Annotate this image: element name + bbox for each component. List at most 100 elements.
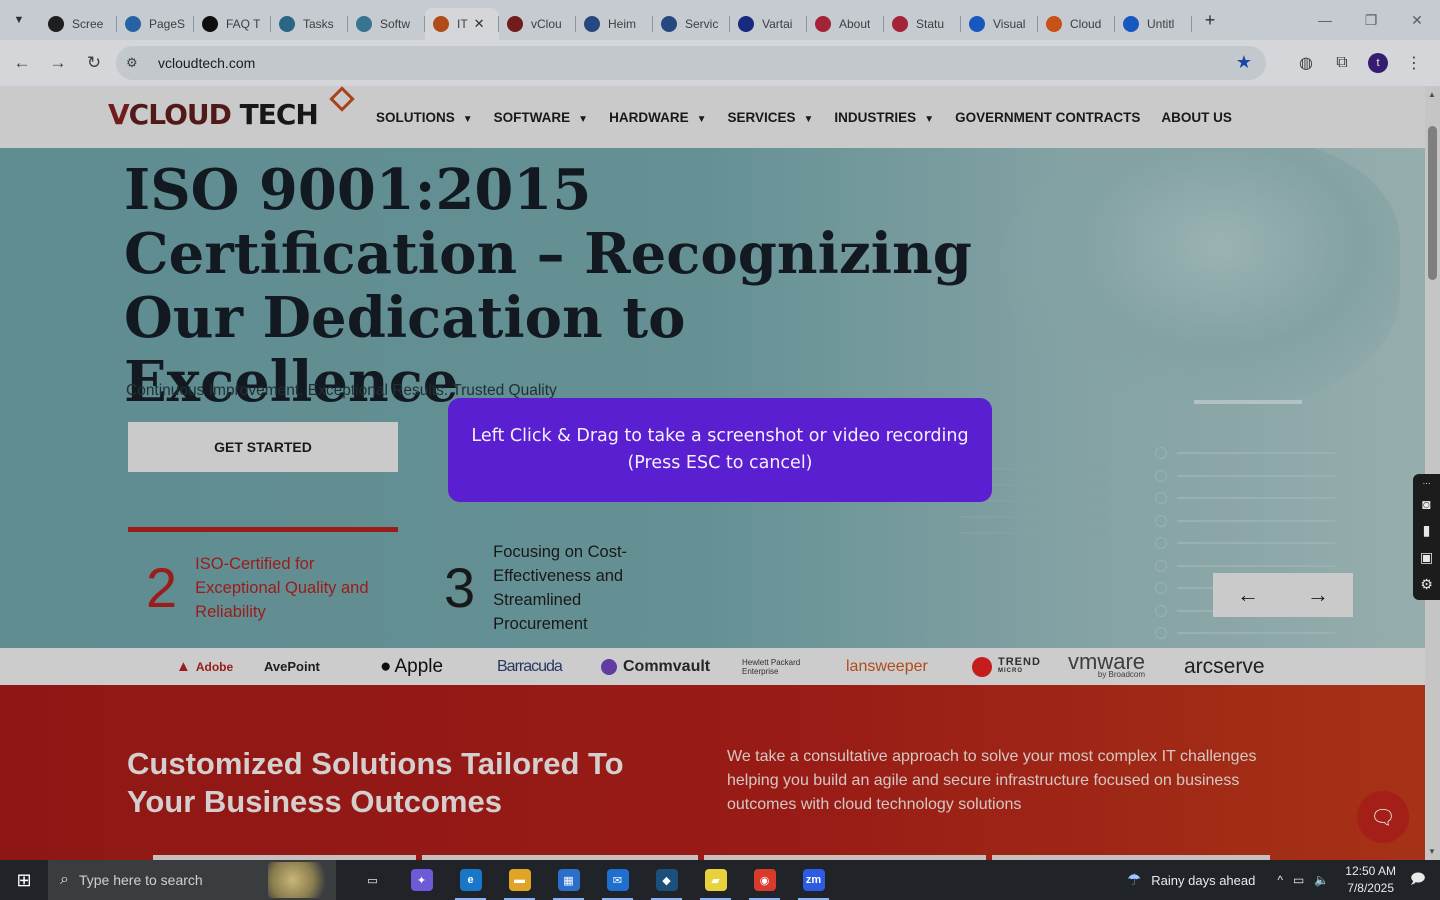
scrollbar-thumb[interactable] <box>1428 126 1437 280</box>
site-logo[interactable]: VCLOUD TECH <box>108 98 319 131</box>
taskbar-app-zoom[interactable]: zm <box>789 860 838 900</box>
store-icon: ▦ <box>557 869 580 891</box>
scroll-down-icon[interactable]: ▼ <box>1428 847 1436 856</box>
taskbar-app-file-explorer[interactable]: ▬ <box>495 860 544 900</box>
chat-icon: 🗨 <box>1370 806 1396 829</box>
weather-widget[interactable]: ☂ Rainy days ahead <box>1127 870 1255 890</box>
taskbar-app-mail[interactable]: ✉ <box>593 860 642 900</box>
menu-item-about-us[interactable]: ABOUT US <box>1161 110 1232 125</box>
menu-item-software[interactable]: SOFTWARE ▼ <box>494 110 588 125</box>
more-menu-icon[interactable]: ⋮ <box>1396 45 1432 81</box>
tab-search-button[interactable]: ▼ <box>6 7 32 33</box>
menu-item-hardware[interactable]: HARDWARE ▼ <box>609 110 706 125</box>
taskbar-search[interactable]: ⌕ Type here to search <box>48 860 336 900</box>
site-info-icon[interactable]: ⚙ <box>126 55 146 71</box>
menu-item-solutions[interactable]: SOLUTIONS ▼ <box>376 110 473 125</box>
taskbar-app-sticky-notes[interactable]: ▰ <box>691 860 740 900</box>
scroll-up-icon[interactable]: ▲ <box>1428 90 1436 99</box>
tab-title: PageS <box>149 17 186 31</box>
chevron-up-icon[interactable]: ^ <box>1277 873 1283 887</box>
menu-item-government-contracts[interactable]: GOVERNMENT CONTRACTS <box>955 110 1140 125</box>
address-bar[interactable]: ⚙ vcloudtech.com ★ <box>116 46 1266 80</box>
caret-down-icon: ▼ <box>578 114 589 125</box>
slider-prev-button[interactable]: ← <box>1213 573 1283 617</box>
url-text[interactable]: vcloudtech.com <box>158 55 255 71</box>
feature-iso-certified: 2 ISO-Certified for Exceptional Quality a… <box>146 552 369 624</box>
trend-icon <box>972 656 992 677</box>
taskbar-app-edge[interactable]: e <box>446 860 495 900</box>
chat-button[interactable]: 🗨 <box>1357 791 1409 843</box>
network-icon[interactable]: ▭ <box>1293 873 1304 887</box>
browser-tab[interactable]: FAQ T <box>194 8 271 40</box>
taskbar-app-chrome[interactable]: ◉ <box>740 860 789 900</box>
new-tab-button[interactable]: + <box>1196 6 1224 34</box>
window-capture-icon[interactable]: ▣ <box>1420 544 1433 571</box>
volume-icon[interactable]: 🔈 <box>1314 873 1329 887</box>
browser-tab[interactable]: Statu <box>884 8 961 40</box>
caret-down-icon: ▼ <box>803 114 814 125</box>
check-icon <box>661 16 677 32</box>
restore-icon[interactable]: ❐ <box>1348 0 1394 40</box>
back-button[interactable]: ← <box>4 45 40 81</box>
notification-icon[interactable]: 🗩 <box>1410 868 1440 892</box>
toolbar-grip-icon[interactable]: ⋯ <box>1423 476 1431 490</box>
partner-logos-strip: ▲ Adobe AvePoint ● Apple Barracuda Commvau… <box>0 648 1425 685</box>
tab-title: Softw <box>380 17 411 31</box>
clock[interactable]: 12:50 AM 7/8/2025 <box>1345 863 1396 897</box>
browser-tab[interactable]: Untitl <box>1115 8 1192 40</box>
taskbar-app-store[interactable]: ▦ <box>544 860 593 900</box>
translate-icon[interactable]: ◍ <box>1288 45 1324 81</box>
page-scrollbar[interactable]: ▲ ▼ <box>1425 86 1440 860</box>
feature-number: 2 <box>146 556 178 619</box>
close-tab-icon[interactable]: ✕ <box>474 16 485 32</box>
check-row <box>1155 510 1337 533</box>
profile-button[interactable]: t <box>1360 45 1396 81</box>
tab-title: Tasks <box>303 17 334 31</box>
feature-number: 3 <box>444 556 476 619</box>
taskbar-app-copilot[interactable]: ✦ <box>397 860 446 900</box>
taskbar-app-app-hex[interactable]: ◆ <box>642 860 691 900</box>
reload-button[interactable]: ↻ <box>76 45 112 81</box>
menu-item-industries[interactable]: INDUSTRIES ▼ <box>834 110 934 125</box>
video-icon[interactable]: ▮ <box>1423 517 1431 544</box>
browser-tab[interactable]: Scree <box>40 8 117 40</box>
check-row <box>1155 487 1337 510</box>
windows-icon: ⊞ <box>16 869 32 890</box>
browser-tab[interactable]: Visual <box>961 8 1038 40</box>
get-started-button[interactable]: GET STARTED <box>128 422 398 472</box>
start-button[interactable]: ⊞ <box>0 860 48 900</box>
hpe-logo: Hewlett Packard Enterprise <box>742 657 801 676</box>
browser-tab[interactable]: Heim <box>576 8 653 40</box>
browser-tab[interactable]: Softw <box>348 8 425 40</box>
browser-tab[interactable]: Vartai <box>730 8 807 40</box>
solutions-title: Customized Solutions Tailored To Your Bus… <box>127 746 624 819</box>
camera-icon[interactable]: ◙ <box>1422 490 1430 517</box>
hex-icon <box>356 16 372 32</box>
tab-title: About <box>839 17 871 31</box>
slider-progress <box>1194 400 1302 404</box>
camera-icon <box>48 16 64 32</box>
slash-icon <box>1046 16 1062 32</box>
browser-tab[interactable]: Cloud <box>1038 8 1115 40</box>
browser-tab[interactable]: vClou <box>499 8 576 40</box>
menu-item-services[interactable]: SERVICES ▼ <box>727 110 813 125</box>
browser-tab[interactable]: About <box>807 8 884 40</box>
bookmark-star-icon[interactable]: ★ <box>1236 52 1252 73</box>
browser-tab[interactable]: Tasks <box>271 8 348 40</box>
system-tray: ☂ Rainy days ahead ^ ▭ 🔈 12:50 AM 7/8/20… <box>1127 860 1440 900</box>
extensions-icon[interactable]: ⧉ <box>1324 45 1360 81</box>
forward-button[interactable]: → <box>40 45 76 81</box>
browser-tab[interactable]: PageS <box>117 8 194 40</box>
settings-icon[interactable]: ⚙ <box>1420 571 1433 598</box>
minimize-icon[interactable]: — <box>1302 0 1348 40</box>
tab-title: vClou <box>531 17 562 31</box>
tab-title: Vartai <box>762 17 793 31</box>
lansweeper-logo: lansweeper <box>846 657 928 675</box>
close-window-icon[interactable]: ✕ <box>1394 0 1440 40</box>
slider-next-button[interactable]: → <box>1283 573 1353 617</box>
taskbar-app-task-view[interactable]: ▭ <box>348 860 397 900</box>
browser-tab[interactable]: IT ✕ <box>425 8 499 40</box>
feature-divider <box>128 527 398 532</box>
browser-toolbar: ← → ↻ ⚙ vcloudtech.com ★ ◍ ⧉ t ⋮ <box>0 40 1440 86</box>
browser-tab[interactable]: Servic <box>653 8 730 40</box>
